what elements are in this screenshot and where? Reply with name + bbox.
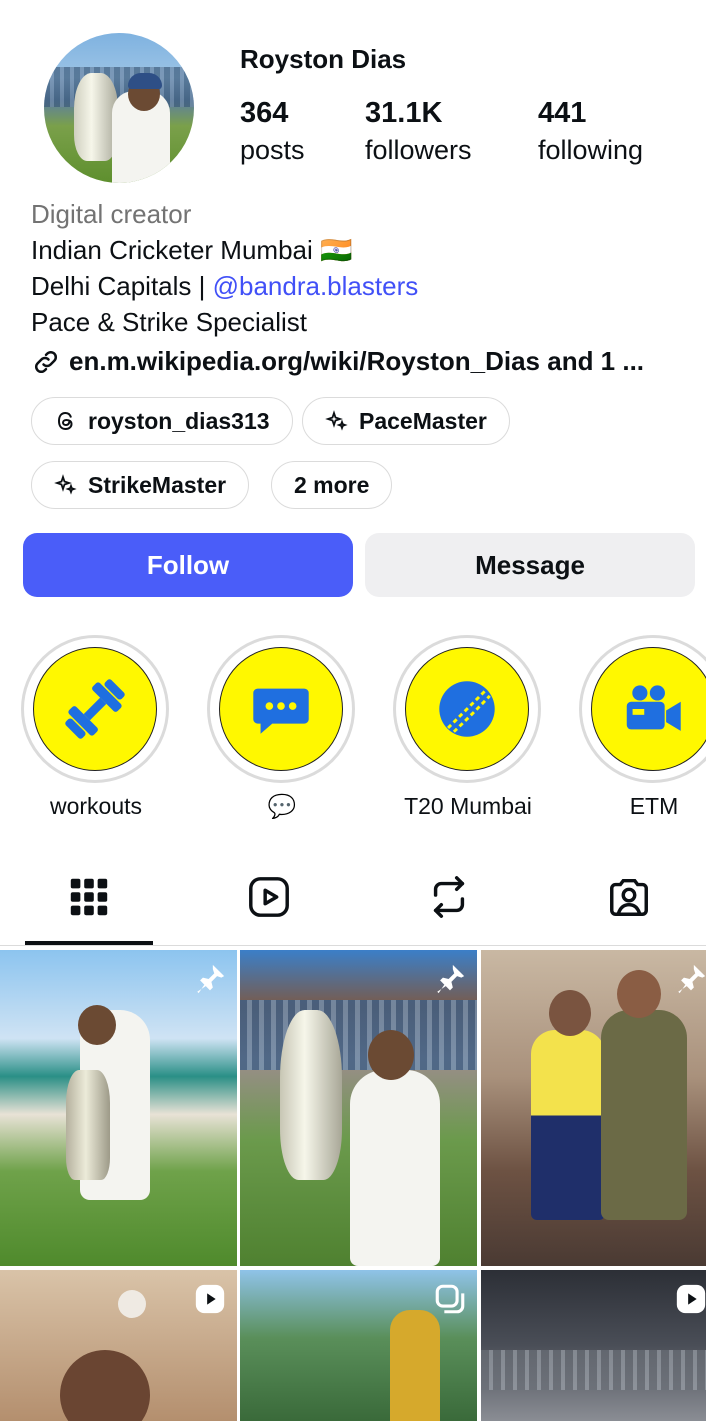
grid-icon (70, 878, 108, 916)
profile-link[interactable]: en.m.wikipedia.org/wiki/Royston_Dias and… (31, 346, 644, 377)
post-thumbnail[interactable] (240, 1270, 477, 1421)
follow-button[interactable]: Follow (23, 533, 353, 597)
following-label: following (538, 135, 644, 165)
highlight-etm[interactable]: ETM (579, 635, 706, 820)
message-button[interactable]: Message (365, 533, 695, 597)
bio-line-2: Delhi Capitals | @bandra.blasters (31, 268, 418, 304)
highlight-chat[interactable]: 💬 (207, 635, 357, 820)
highlight-ring (579, 635, 706, 783)
post-figure (350, 1070, 440, 1266)
chat-bubble-icon (253, 688, 309, 734)
cricket-ball-icon (439, 681, 495, 737)
avatar-cap (128, 73, 162, 89)
highlight-workouts[interactable]: workouts (21, 635, 171, 820)
sparkle-icon (54, 474, 77, 495)
tab-reels[interactable] (245, 873, 293, 921)
reel-badge (193, 1282, 227, 1316)
post-figure-head (549, 990, 591, 1036)
highlight-t20-mumbai[interactable]: T20 Mumbai (393, 635, 543, 820)
post-figure-left (531, 1030, 605, 1220)
highlight-ring (207, 635, 355, 783)
post-statue (390, 1310, 440, 1421)
pinned-badge (674, 962, 706, 996)
threads-chip[interactable]: royston_dias313 (31, 397, 293, 445)
strikemaster-chip-label: StrikeMaster (88, 471, 227, 498)
followers-count: 31.1K (365, 97, 443, 129)
pinned-badge (193, 962, 227, 996)
profile-name: Royston Dias (240, 44, 407, 74)
tagged-icon (610, 878, 648, 916)
sparkle-icon (325, 410, 348, 431)
dumbbell-icon (65, 679, 125, 739)
pin-icon (437, 964, 465, 994)
threads-chip-label: royston_dias313 (88, 407, 270, 434)
tab-divider (0, 945, 706, 946)
followers-stat[interactable]: 31.1K followers (365, 96, 472, 170)
pin-icon (197, 964, 225, 994)
highlight-label: ETM (629, 793, 679, 819)
posts-count: 364 (240, 97, 289, 129)
post-figure-head (617, 970, 661, 1018)
bio-mention-link[interactable]: @bandra.blasters (213, 271, 419, 301)
profile-category: Digital creator (31, 199, 192, 229)
post-trophy (66, 1070, 110, 1180)
highlight-disc (219, 647, 343, 771)
followers-label: followers (365, 135, 472, 165)
following-stat[interactable]: 441 following (538, 96, 643, 170)
pacemaster-chip-label: PaceMaster (359, 407, 487, 434)
profile-link-text: en.m.wikipedia.org/wiki/Royston_Dias and… (69, 346, 645, 376)
carousel-icon (435, 1284, 465, 1314)
threads-icon (57, 411, 73, 431)
post-trophy (280, 1010, 342, 1180)
pinned-badge (433, 962, 467, 996)
post-stadium (481, 1350, 706, 1390)
post-figure-head (78, 1005, 116, 1045)
reel-badge (674, 1282, 706, 1316)
bio-line-3: Pace & Strike Specialist (31, 307, 308, 337)
pin-icon (678, 964, 706, 994)
reels-icon (249, 877, 289, 917)
highlight-ring (393, 635, 541, 783)
more-chip-label: 2 more (294, 471, 370, 498)
highlight-disc (33, 647, 157, 771)
post-figure-right (601, 1010, 687, 1220)
reels-icon (195, 1284, 225, 1314)
post-figure-head (368, 1030, 414, 1080)
tab-posts-grid[interactable] (65, 873, 113, 921)
post-thumbnail[interactable] (0, 1270, 237, 1421)
post-figure-head (60, 1350, 150, 1421)
carousel-badge (433, 1282, 467, 1316)
highlight-disc (591, 647, 706, 771)
post-thumbnail[interactable] (481, 1270, 706, 1421)
bio-line-1: Indian Cricketer Mumbai 🇮🇳 (31, 235, 353, 265)
post-thumbnail[interactable] (0, 950, 237, 1266)
post-thumbnail[interactable] (240, 950, 477, 1266)
highlight-label: T20 Mumbai (404, 793, 532, 819)
post-thumbnail[interactable] (481, 950, 706, 1266)
reels-icon (676, 1284, 706, 1314)
posts-label: posts (240, 135, 305, 165)
highlight-label: workouts (49, 793, 143, 819)
profile-bio: Digital creator Indian Cricketer Mumbai … (31, 196, 418, 340)
pacemaster-chip[interactable]: PaceMaster (302, 397, 510, 445)
following-count: 441 (538, 97, 587, 129)
tab-tagged[interactable] (605, 873, 653, 921)
post-stadium (240, 1000, 477, 1070)
highlight-disc (405, 647, 529, 771)
post-ceiling-fan (118, 1290, 146, 1318)
more-chip[interactable]: 2 more (271, 461, 393, 509)
profile-avatar[interactable] (44, 33, 194, 183)
highlight-ring (21, 635, 169, 783)
link-icon (34, 350, 58, 373)
video-camera-icon (626, 685, 681, 731)
tab-reposts[interactable] (425, 873, 473, 921)
bio-team: Delhi Capitals | (31, 271, 213, 301)
highlight-label: 💬 (267, 793, 297, 819)
strikemaster-chip[interactable]: StrikeMaster (31, 461, 250, 509)
posts-stat[interactable]: 364 posts (240, 96, 305, 170)
reposts-icon (433, 876, 465, 918)
